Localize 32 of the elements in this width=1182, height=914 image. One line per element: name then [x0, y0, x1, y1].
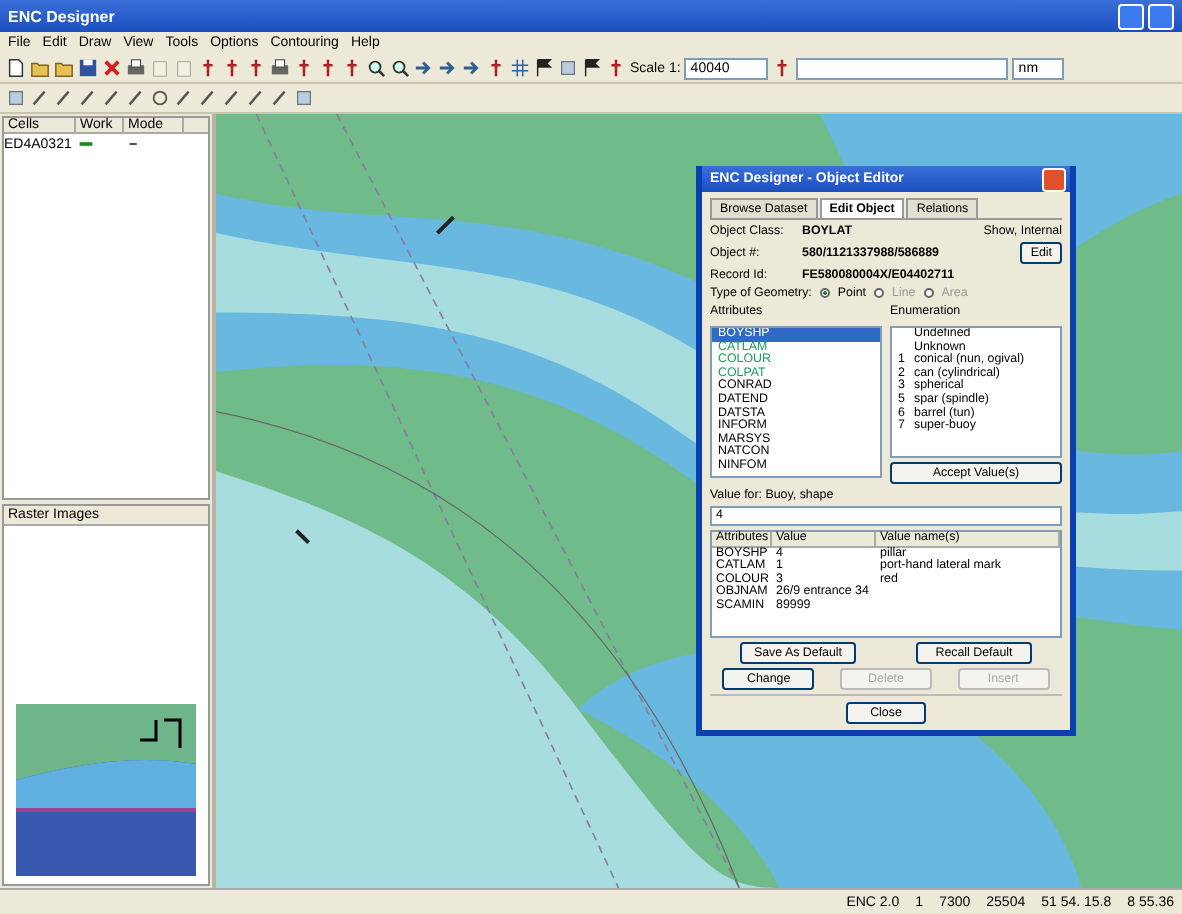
circle-tool-icon[interactable] — [150, 88, 170, 108]
save-icon[interactable] — [78, 58, 98, 78]
arrow-icon[interactable] — [462, 58, 482, 78]
close-icon[interactable] — [1042, 167, 1066, 191]
minimize-button[interactable] — [1118, 3, 1144, 29]
radio-button[interactable] — [819, 288, 830, 298]
marker-icon[interactable] — [486, 58, 506, 78]
arrow-icon[interactable] — [438, 58, 458, 78]
marker-icon[interactable] — [222, 58, 242, 78]
marker-icon[interactable] — [318, 58, 338, 78]
marker-icon[interactable] — [294, 58, 314, 78]
flag-icon[interactable] — [582, 58, 602, 78]
new-file-icon[interactable] — [6, 58, 26, 78]
printer-icon[interactable] — [270, 58, 290, 78]
delete-icon[interactable] — [102, 58, 122, 78]
square-icon[interactable] — [294, 88, 314, 108]
maximize-button[interactable] — [1148, 3, 1174, 29]
square-icon[interactable] — [558, 58, 578, 78]
grid-icon[interactable] — [510, 58, 530, 78]
marker-icon[interactable] — [772, 58, 793, 78]
marker-icon[interactable] — [198, 58, 218, 78]
marker-icon[interactable] — [246, 58, 266, 78]
window-title: ENC Designer — [8, 7, 115, 25]
arrow-icon[interactable] — [414, 58, 434, 78]
zoom-icon[interactable] — [390, 58, 410, 78]
printer-icon[interactable] — [126, 58, 146, 78]
marker-icon[interactable] — [606, 58, 626, 78]
zoom-icon[interactable] — [366, 58, 386, 78]
marker-icon[interactable] — [342, 58, 362, 78]
flag-icon[interactable] — [534, 58, 554, 78]
square-icon[interactable] — [6, 88, 26, 108]
search-field[interactable] — [796, 57, 1009, 79]
